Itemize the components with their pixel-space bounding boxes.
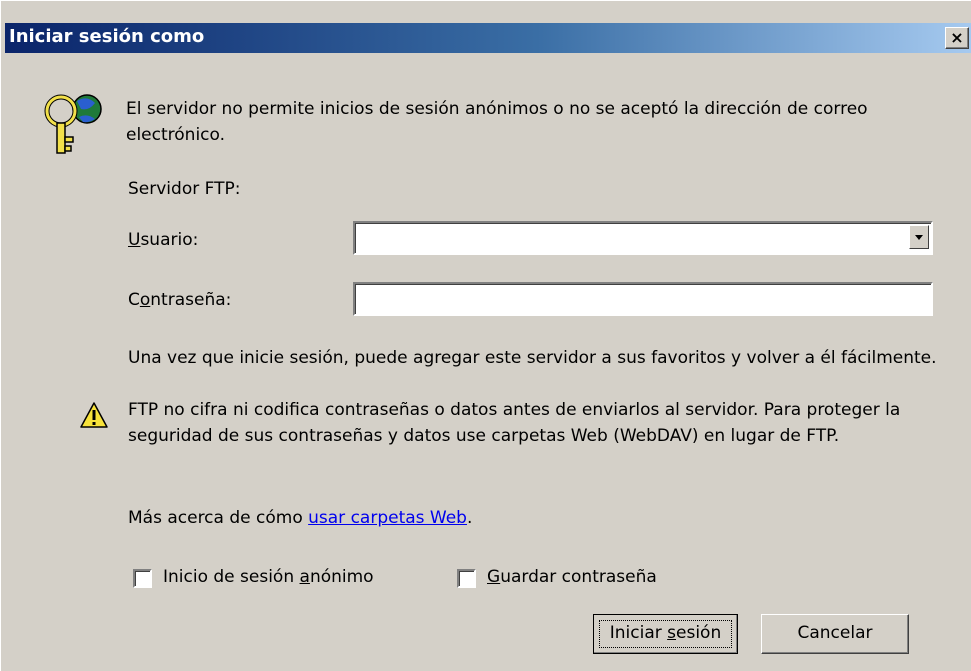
login-dialog: Iniciar sesión como × El servidor no per…	[0, 0, 971, 671]
keys-globe-icon	[44, 94, 102, 154]
title-bar[interactable]: Iniciar sesión como ×	[5, 23, 971, 53]
password-label: Contraseña:	[128, 290, 232, 310]
server-label: Servidor FTP:	[128, 179, 241, 199]
login-button[interactable]: Iniciar sesión	[593, 614, 738, 654]
ftp-warning-text: FTP no cifra ni codifica contraseñas o d…	[128, 400, 901, 446]
password-field[interactable]	[353, 282, 933, 316]
anonymous-login-label[interactable]: Inicio de sesión anónimo	[163, 567, 374, 587]
message-text: El servidor no permite inicios de sesión…	[126, 99, 868, 145]
window-title: Iniciar sesión como	[9, 26, 205, 47]
warning-icon	[80, 402, 108, 428]
more-info-line: Más acerca de cómo usar carpetas Web.	[128, 508, 473, 528]
user-combobox[interactable]	[353, 221, 933, 255]
web-folders-link[interactable]: usar carpetas Web	[308, 508, 467, 528]
cancel-button[interactable]: Cancelar	[761, 614, 909, 654]
user-label: Usuario:	[128, 230, 199, 250]
focus-rect	[599, 620, 732, 648]
chevron-down-icon[interactable]	[909, 225, 929, 249]
anonymous-login-checkbox[interactable]	[133, 569, 152, 588]
favorites-info-text: Una vez que inicie sesión, puede agregar…	[128, 348, 937, 368]
close-icon: ×	[950, 28, 964, 47]
close-button[interactable]: ×	[945, 27, 969, 49]
save-password-label[interactable]: Guardar contraseña	[487, 567, 657, 587]
save-password-checkbox[interactable]	[457, 569, 476, 588]
